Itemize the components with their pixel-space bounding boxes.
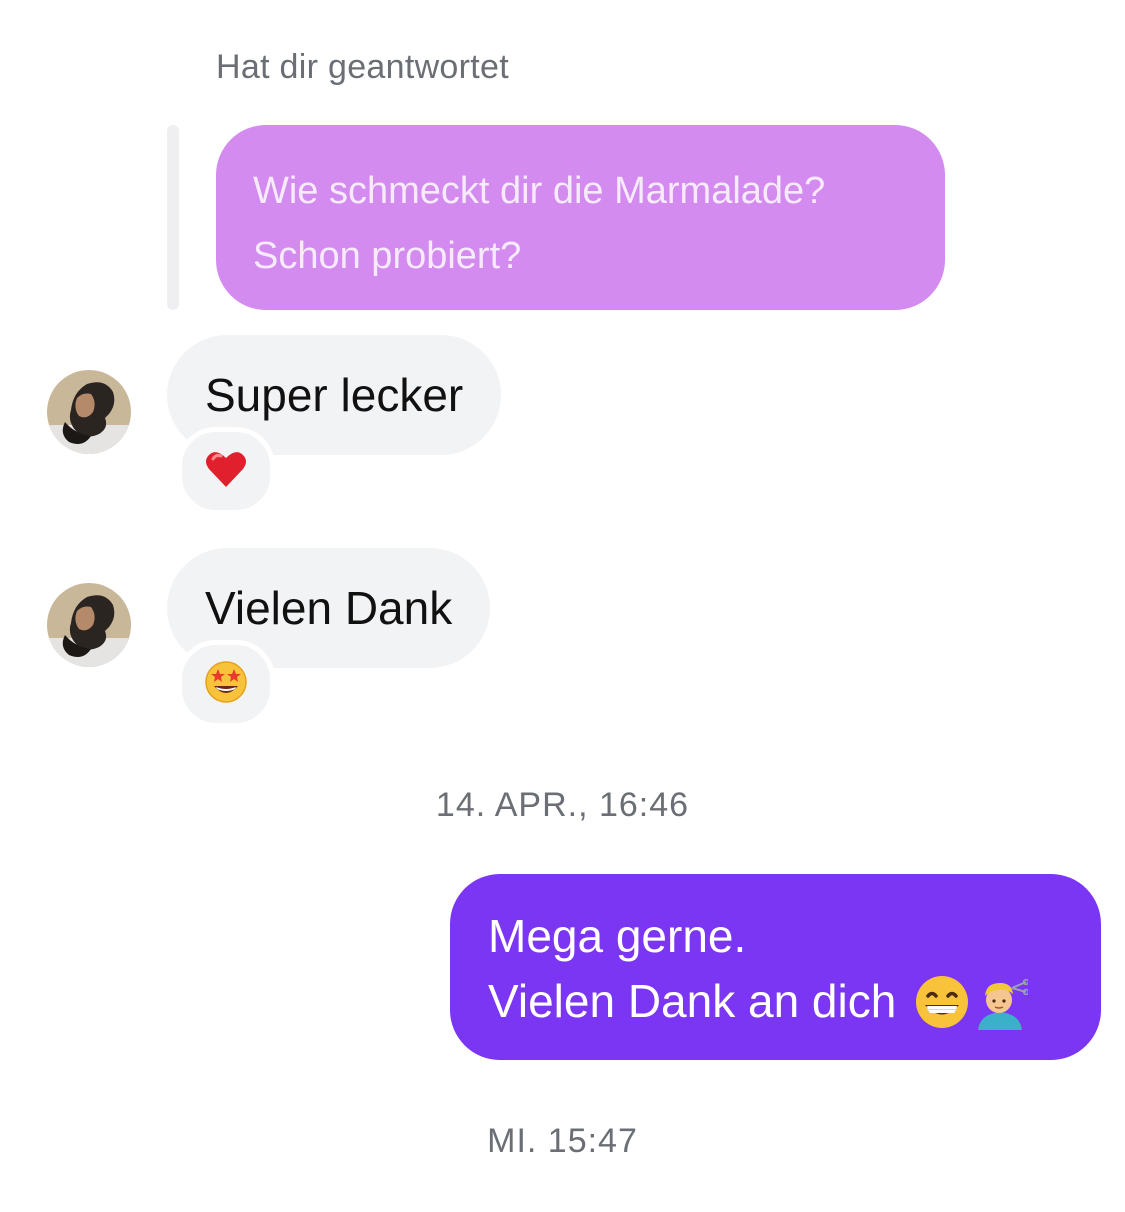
star-struck-icon: [204, 660, 248, 709]
conversation-timestamp: 14. APR., 16:46: [435, 786, 690, 824]
man-getting-haircut-icon: [972, 974, 1029, 1030]
quoted-message-line: Wie schmeckt dir die Marmalade?: [253, 170, 826, 212]
contact-avatar[interactable]: [47, 583, 131, 667]
contact-avatar[interactable]: [47, 370, 131, 454]
quoted-message-bubble[interactable]: Wie schmeckt dir die Marmalade? Schon pr…: [216, 125, 945, 310]
message-reaction[interactable]: [177, 640, 275, 728]
message-text: Vielen Dank: [205, 582, 453, 634]
grinning-face-icon: [914, 974, 970, 1030]
outgoing-message-line: Vielen Dank an dich: [488, 969, 1081, 1034]
message-text: Mega gerne.: [488, 910, 747, 962]
outgoing-message-line: Mega gerne.: [488, 904, 1081, 969]
message-reaction[interactable]: [177, 427, 275, 515]
outgoing-message-bubble[interactable]: Mega gerne. Vielen Dank an dich: [450, 874, 1101, 1060]
red-heart-icon: [204, 447, 248, 496]
message-text: Super lecker: [205, 369, 464, 421]
message-text: Vielen Dank an dich: [488, 975, 897, 1027]
reply-context-label: Hat dir geantwortet: [216, 48, 509, 86]
reply-indicator-bar: [167, 125, 179, 310]
conversation-timestamp: MI. 15:47: [487, 1122, 638, 1160]
quoted-message-line: Schon probiert?: [253, 235, 522, 277]
